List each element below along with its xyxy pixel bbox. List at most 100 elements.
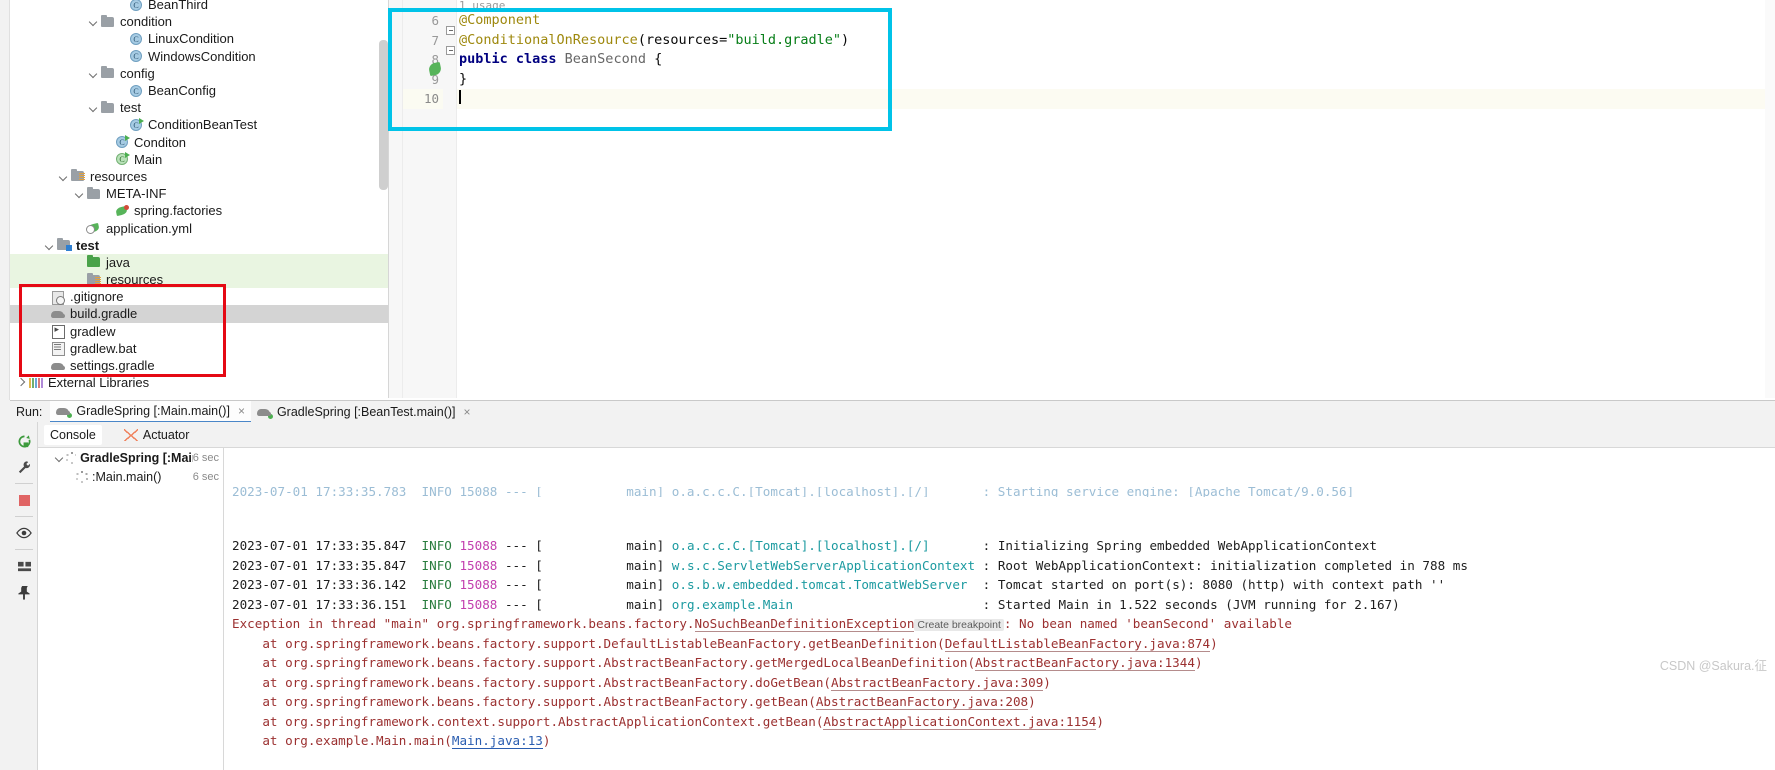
fold-marker-icon[interactable] bbox=[446, 46, 455, 55]
tree-item[interactable]: application.yml bbox=[10, 219, 388, 236]
editor-code-area[interactable]: 1 usage @Component @ConditionalOnResource… bbox=[457, 0, 1775, 398]
stack-frame-link[interactable]: AbstractBeanFactory.java:1344 bbox=[975, 655, 1195, 671]
close-icon[interactable]: × bbox=[238, 404, 245, 418]
stack-frame-suffix: ) bbox=[1194, 655, 1203, 670]
stack-frame-link[interactable]: DefaultListableBeanFactory.java:874 bbox=[944, 635, 1211, 652]
chevron-right-icon[interactable] bbox=[16, 377, 27, 388]
tree-item[interactable]: settings.gradle bbox=[10, 357, 388, 374]
stack-frame-link[interactable]: Main.java:13 bbox=[451, 733, 543, 749]
tree-item[interactable]: test bbox=[10, 99, 388, 116]
stack-frame-link[interactable]: AbstractBeanFactory.java:309 bbox=[830, 674, 1044, 691]
chevron-down-icon[interactable] bbox=[88, 102, 99, 113]
tree-item[interactable]: C WindowsCondition bbox=[10, 48, 388, 65]
code-editor[interactable]: 6 7 8 9 10 1 usage @Component @ConditionalOnR… bbox=[388, 0, 1775, 398]
tree-item[interactable]: C Main bbox=[10, 151, 388, 168]
tree-item[interactable]: C BeanThird bbox=[10, 0, 388, 13]
tab-console[interactable]: Console bbox=[44, 424, 102, 445]
chevron-placeholder bbox=[38, 308, 49, 319]
chevron-down-icon[interactable] bbox=[54, 452, 65, 463]
tab-actuator[interactable]: Actuator bbox=[118, 425, 196, 445]
chevron-placeholder bbox=[116, 85, 127, 96]
run-config-tab[interactable]: GradleSpring [:BeanTest.main()] × bbox=[251, 401, 477, 423]
chevron-down-icon[interactable] bbox=[74, 188, 85, 199]
tree-item[interactable]: C BeanConfig bbox=[10, 82, 388, 99]
create-breakpoint-chip[interactable]: Create breakpoint bbox=[914, 619, 1004, 631]
log-timestamp: 2023-07-01 17:33:35.847 bbox=[232, 557, 407, 573]
tree-item[interactable]: java bbox=[10, 253, 388, 271]
tree-item[interactable]: C ConditionBeanTest bbox=[10, 116, 388, 133]
chevron-placeholder bbox=[74, 257, 85, 268]
spring-leaf-red-icon bbox=[114, 204, 130, 218]
chevron-placeholder bbox=[38, 326, 49, 337]
tree-item[interactable]: test bbox=[10, 237, 388, 254]
tree-item[interactable]: .gitignore bbox=[10, 288, 388, 305]
tree-item[interactable]: C LinuxCondition bbox=[10, 30, 388, 47]
log-pid: 15088 bbox=[451, 577, 498, 592]
code-line[interactable]: public class BeanSecond { bbox=[457, 50, 1775, 70]
usage-hint-label[interactable]: 1 usage bbox=[457, 0, 1775, 11]
tree-item[interactable]: gradlew bbox=[10, 323, 388, 340]
task-label: :Main.main() bbox=[92, 469, 162, 484]
console-output[interactable]: 2023-07-01 17:33:35.783 INFO 15088 --- [… bbox=[224, 448, 1775, 770]
tree-item[interactable]: C Conditon bbox=[10, 134, 388, 151]
editor-gutter-strip[interactable] bbox=[389, 0, 403, 398]
chevron-down-icon[interactable] bbox=[44, 240, 55, 251]
tree-item-label: resources bbox=[90, 168, 148, 184]
eye-icon[interactable] bbox=[10, 520, 38, 546]
run-task-tree[interactable]: GradleSpring [:Main.m6 sec:Main.main()6 … bbox=[38, 448, 224, 770]
run-toolwindow-tabbar: Run: GradleSpring [:Main.main()] × GradleS… bbox=[10, 400, 1775, 423]
code-line[interactable]: } bbox=[457, 70, 1775, 90]
tree-item[interactable]: resources bbox=[10, 271, 388, 289]
task-row[interactable]: GradleSpring [:Main.m6 sec bbox=[38, 448, 223, 467]
chevron-placeholder bbox=[74, 223, 85, 234]
chevron-placeholder bbox=[116, 33, 127, 44]
pin-icon[interactable] bbox=[10, 579, 38, 605]
tree-item[interactable]: build.gradle bbox=[10, 305, 388, 323]
task-row[interactable]: :Main.main() 6 sec bbox=[38, 467, 223, 486]
folder-icon bbox=[100, 14, 116, 29]
console-tab-header: Console Actuator bbox=[38, 422, 1775, 448]
tree-item[interactable]: condition bbox=[10, 13, 388, 30]
stop-icon[interactable] bbox=[10, 487, 38, 513]
tree-item[interactable]: config bbox=[10, 65, 388, 82]
tree-item[interactable]: META-INF bbox=[10, 185, 388, 202]
stack-frame-link[interactable]: AbstractApplicationContext.java:1154 bbox=[823, 713, 1097, 730]
project-tree-panel[interactable]: C BeanThird condition C LinuxCondition C Windo… bbox=[10, 0, 388, 400]
code-token: @ConditionalOnResource bbox=[459, 31, 638, 48]
project-tree[interactable]: C BeanThird condition C LinuxCondition C Windo… bbox=[10, 0, 388, 391]
chevron-down-icon[interactable] bbox=[58, 171, 69, 182]
console-stack-line: at org.springframework.beans.factory.sup… bbox=[232, 673, 1775, 693]
code-token: ) bbox=[841, 31, 850, 48]
chevron-down-icon[interactable] bbox=[88, 16, 99, 27]
chevron-placeholder bbox=[102, 205, 113, 216]
fold-marker-icon[interactable] bbox=[446, 26, 455, 35]
chevron-down-icon[interactable] bbox=[88, 68, 99, 79]
editor-vertical-scrollbar[interactable] bbox=[1765, 0, 1775, 398]
chevron-placeholder bbox=[116, 51, 127, 62]
run-config-tab-label: GradleSpring [:BeanTest.main()] bbox=[276, 404, 456, 419]
code-line[interactable] bbox=[457, 89, 1775, 109]
settings-icon[interactable] bbox=[10, 454, 38, 480]
rerun-icon[interactable] bbox=[10, 428, 38, 454]
folder-green-icon bbox=[86, 255, 102, 269]
tree-item[interactable]: gradlew.bat bbox=[10, 340, 388, 357]
log-thread: main] bbox=[542, 577, 665, 592]
close-icon[interactable]: × bbox=[464, 405, 471, 419]
exception-class-link[interactable]: NoSuchBeanDefinitionException bbox=[694, 616, 915, 632]
layout-icon[interactable] bbox=[10, 553, 38, 579]
tree-item[interactable]: spring.factories bbox=[10, 202, 388, 219]
tree-item-label: WindowsCondition bbox=[148, 48, 256, 64]
tree-item[interactable]: External Libraries bbox=[10, 374, 388, 391]
class-runnable-icon: C bbox=[114, 135, 130, 149]
text-caret bbox=[459, 90, 461, 105]
exception-message: : No bean named 'beanSecond' available bbox=[1003, 616, 1292, 631]
stack-frame-link[interactable]: AbstractBeanFactory.java:208 bbox=[815, 694, 1029, 710]
code-line[interactable]: @Component bbox=[457, 11, 1775, 31]
run-config-tab[interactable]: GradleSpring [:Main.main()] × bbox=[50, 400, 251, 423]
editor-fold-column[interactable] bbox=[427, 0, 457, 398]
console-action-strip[interactable] bbox=[10, 422, 38, 770]
tree-item[interactable]: resources bbox=[10, 168, 388, 185]
project-tree-scrollbar[interactable] bbox=[379, 40, 388, 190]
code-line[interactable]: @ConditionalOnResource(resources="build.… bbox=[457, 31, 1775, 51]
log-message: : Started Main in 1.522 seconds (JVM run… bbox=[982, 596, 1400, 612]
